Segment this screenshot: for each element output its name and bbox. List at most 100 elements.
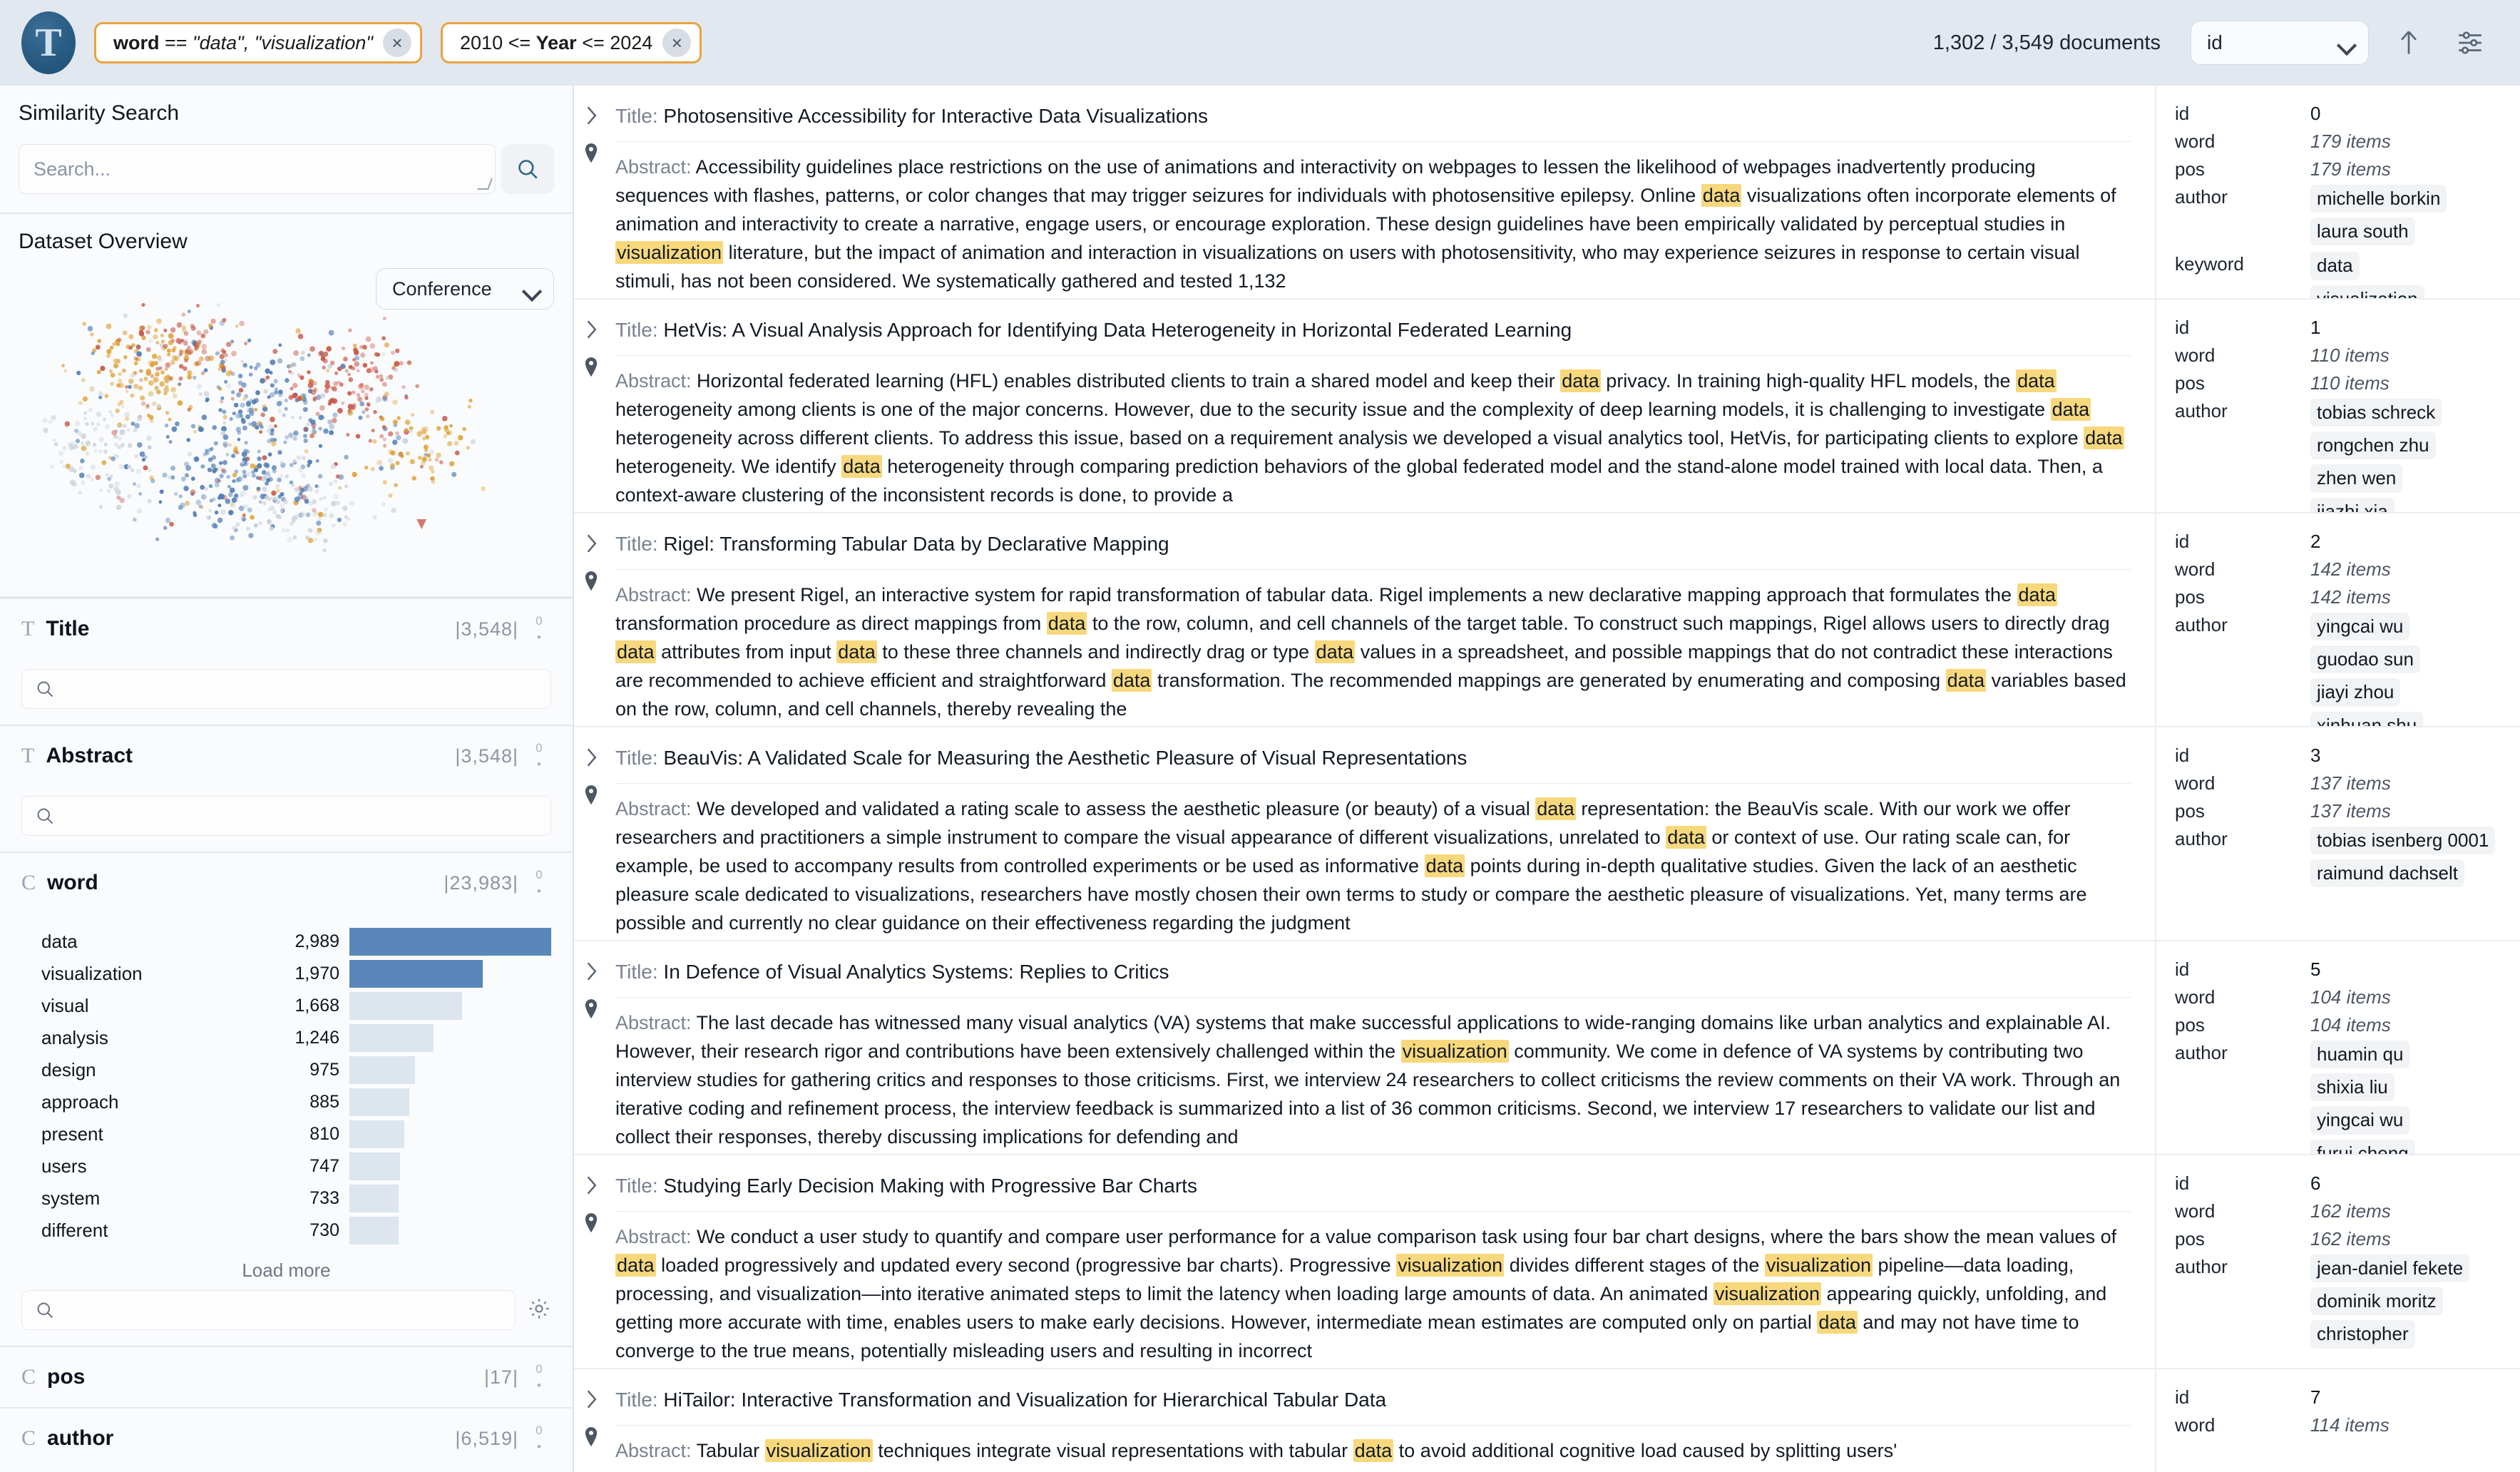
app-logo[interactable]: T xyxy=(21,11,76,74)
chevron-right-icon[interactable] xyxy=(582,1388,600,1411)
filter-chip-word[interactable]: word == "data", "visualization" × xyxy=(94,22,423,63)
chevron-right-icon[interactable] xyxy=(582,318,600,341)
meta-tag[interactable]: tobias isenberg 0001 xyxy=(2310,827,2496,855)
facet-bar-row[interactable]: users 747 xyxy=(21,1150,551,1182)
chevron-right-icon[interactable] xyxy=(582,104,600,127)
facet-header-word[interactable]: C word |23,983| 0 • xyxy=(0,852,573,913)
expand-document-button[interactable] xyxy=(582,1174,600,1200)
facet-menu-pos[interactable]: 0 • xyxy=(527,1363,551,1391)
meta-tag[interactable]: data xyxy=(2310,252,2360,280)
map-pin-icon[interactable] xyxy=(583,142,600,165)
expand-document-button[interactable] xyxy=(582,960,600,986)
meta-tag[interactable]: yingcai wu xyxy=(2310,613,2410,641)
map-pin-icon[interactable] xyxy=(583,570,600,593)
chevron-right-icon[interactable] xyxy=(582,1174,600,1197)
expand-document-button[interactable] xyxy=(582,1388,600,1414)
meta-tag[interactable]: shixia liu xyxy=(2310,1073,2394,1102)
pin-document-button[interactable] xyxy=(583,1212,600,1238)
chevron-right-icon[interactable] xyxy=(582,532,600,555)
facet-search-input-word[interactable] xyxy=(21,1290,516,1330)
filter-chip-word-remove-icon[interactable]: × xyxy=(383,29,412,57)
gear-icon[interactable] xyxy=(527,1297,551,1321)
facet-name-abstract: Abstract xyxy=(46,744,133,767)
pin-document-button[interactable] xyxy=(583,570,600,596)
document-list[interactable]: Title: Photosensitive Accessibility for … xyxy=(574,86,2520,1472)
meta-tag[interactable]: zhen wen xyxy=(2310,464,2403,493)
pin-document-button[interactable] xyxy=(583,998,600,1024)
meta-tag[interactable]: yingcai wu xyxy=(2310,1106,2410,1135)
meta-tag[interactable]: raimund dachselt xyxy=(2310,859,2464,888)
map-pin-icon[interactable] xyxy=(583,356,600,379)
chevron-right-icon[interactable] xyxy=(582,960,600,983)
sort-direction-button[interactable] xyxy=(2387,21,2430,64)
chevron-right-icon[interactable] xyxy=(582,746,600,769)
facet-search-title[interactable] xyxy=(21,669,551,709)
meta-tag[interactable]: jean-daniel fekete xyxy=(2310,1254,2470,1283)
view-settings-button[interactable] xyxy=(2449,21,2491,64)
document-row[interactable]: Title: Photosensitive Accessibility for … xyxy=(574,86,2520,300)
facet-bar-row[interactable]: data 2,989 xyxy=(21,926,551,958)
meta-tag[interactable]: furui cheng xyxy=(2310,1139,2415,1154)
map-pin-icon[interactable] xyxy=(583,784,600,807)
meta-tag[interactable]: dominik moritz xyxy=(2310,1287,2443,1316)
meta-tag[interactable]: tobias schreck xyxy=(2310,399,2442,427)
meta-tag[interactable]: xinhuan shu xyxy=(2310,711,2424,726)
pin-document-button[interactable] xyxy=(583,142,600,168)
map-pin-icon[interactable] xyxy=(583,998,600,1021)
facet-header-abstract[interactable]: T Abstract |3,548| 0 • xyxy=(0,725,573,786)
pin-document-button[interactable] xyxy=(583,1426,600,1452)
meta-tag[interactable]: guodao sun xyxy=(2310,645,2420,674)
facet-search-abstract[interactable] xyxy=(21,796,551,836)
meta-tag[interactable]: huamin qu xyxy=(2310,1041,2410,1069)
facet-settings-word[interactable] xyxy=(527,1297,551,1324)
facet-menu-word[interactable]: 0 • xyxy=(527,869,551,897)
meta-tag[interactable]: rongchen zhu xyxy=(2310,431,2436,460)
expand-document-button[interactable] xyxy=(582,532,600,558)
facet-bar-row[interactable]: approach 885 xyxy=(21,1086,551,1118)
meta-tag[interactable]: jiazhi xia xyxy=(2310,497,2394,512)
sort-field-select[interactable]: id xyxy=(2191,21,2369,65)
filter-chip-year[interactable]: 2010 <= Year <= 2024 × xyxy=(441,22,702,63)
facet-header-title[interactable]: T Title |3,548| 0 • xyxy=(0,598,573,659)
meta-value: 110 items xyxy=(2310,344,2390,367)
facet-bar-row[interactable]: visual 1,668 xyxy=(21,990,551,1022)
meta-tag[interactable]: laura south xyxy=(2310,218,2415,246)
expand-document-button[interactable] xyxy=(582,104,600,131)
similarity-search-input[interactable]: Search... xyxy=(19,144,496,194)
facet-bar-row[interactable]: analysis 1,246 xyxy=(21,1022,551,1054)
dataset-overview-scatterplot[interactable] xyxy=(19,268,554,589)
expand-document-button[interactable] xyxy=(582,746,600,772)
map-pin-icon[interactable] xyxy=(583,1212,600,1235)
facet-menu-author[interactable]: 0 • xyxy=(527,1424,551,1453)
document-row[interactable]: Title: In Defence of Visual Analytics Sy… xyxy=(574,941,2520,1155)
facet-load-more-word[interactable]: Load more xyxy=(21,1247,551,1290)
document-row[interactable]: Title: BeauVis: A Validated Scale for Me… xyxy=(574,727,2520,941)
similarity-search-button[interactable] xyxy=(501,144,554,194)
facet-bar-row[interactable]: present 810 xyxy=(21,1118,551,1150)
document-row[interactable]: Title: Rigel: Transforming Tabular Data … xyxy=(574,513,2520,727)
filter-chip-word-label: word == "data", "visualization" xyxy=(113,31,374,53)
facet-header-pos[interactable]: C pos |17| 0 • xyxy=(0,1346,573,1407)
facet-bar-row[interactable]: visualization 1,970 xyxy=(21,958,551,990)
pin-document-button[interactable] xyxy=(583,356,600,382)
facet-body-title xyxy=(0,659,573,725)
map-pin-icon[interactable] xyxy=(583,1426,600,1448)
facet-count-word: |23,983| xyxy=(444,872,518,894)
facet-bar-row[interactable]: design 975 xyxy=(21,1054,551,1086)
meta-tag[interactable]: jiayi zhou xyxy=(2310,678,2401,707)
facet-bar-row[interactable]: different 730 xyxy=(21,1215,551,1247)
document-row[interactable]: Title: HetVis: A Visual Analysis Approac… xyxy=(574,300,2520,513)
meta-tag[interactable]: christopher xyxy=(2310,1320,2415,1349)
document-row[interactable]: Title: HiTailor: Interactive Transformat… xyxy=(574,1369,2520,1472)
pin-document-button[interactable] xyxy=(583,784,600,810)
document-abstract-label: Abstract: xyxy=(615,583,692,605)
document-row[interactable]: Title: Studying Early Decision Making wi… xyxy=(574,1155,2520,1369)
meta-tag[interactable]: michelle borkin xyxy=(2310,185,2447,213)
facet-menu-title[interactable]: 0 • xyxy=(527,615,551,643)
facet-bar-row[interactable]: system 733 xyxy=(21,1182,551,1215)
meta-tag[interactable]: visualization xyxy=(2310,285,2424,298)
facet-menu-abstract[interactable]: 0 • xyxy=(527,742,551,770)
filter-chip-year-remove-icon[interactable]: × xyxy=(662,29,692,57)
expand-document-button[interactable] xyxy=(582,318,600,344)
facet-header-author[interactable]: C author |6,519| 0 • xyxy=(0,1407,573,1468)
